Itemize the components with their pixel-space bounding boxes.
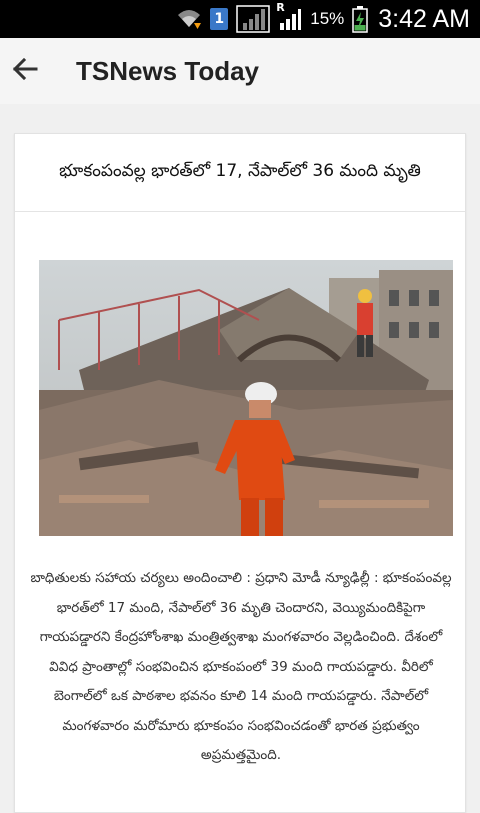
status-bar: 1 R 15% 3:42 AM — [0, 0, 480, 38]
app-title: TSNews Today — [76, 55, 260, 86]
article-headline: భూకంపంవల్ల భారత్‌లో 17, నేపాల్‌లో 36 మంద… — [59, 160, 421, 181]
article-header: భూకంపంవల్ల భారత్‌లో 17, నేపాల్‌లో 36 మంద… — [15, 134, 465, 212]
sim-badge: 1 — [210, 8, 229, 30]
app-bar: TSNews Today — [0, 38, 480, 104]
article-image[interactable] — [39, 260, 453, 536]
clock: 3:42 AM — [378, 4, 470, 33]
roaming-letter: R — [276, 1, 285, 14]
wifi-icon — [176, 7, 202, 31]
battery-percent: 15% — [310, 9, 345, 28]
article-card: భూకంపంవల్ల భారత్‌లో 17, నేపాల్‌లో 36 మంద… — [14, 133, 466, 813]
back-button[interactable] — [0, 46, 50, 96]
battery-charging-icon — [352, 5, 369, 33]
signal-box-icon — [236, 5, 270, 33]
arrow-left-icon — [12, 57, 38, 84]
roaming-signal-icon: R — [276, 1, 302, 31]
article-body: బాధితులకు సహాయ చర్యలు అందించాలి : ప్రధాన… — [30, 570, 452, 763]
